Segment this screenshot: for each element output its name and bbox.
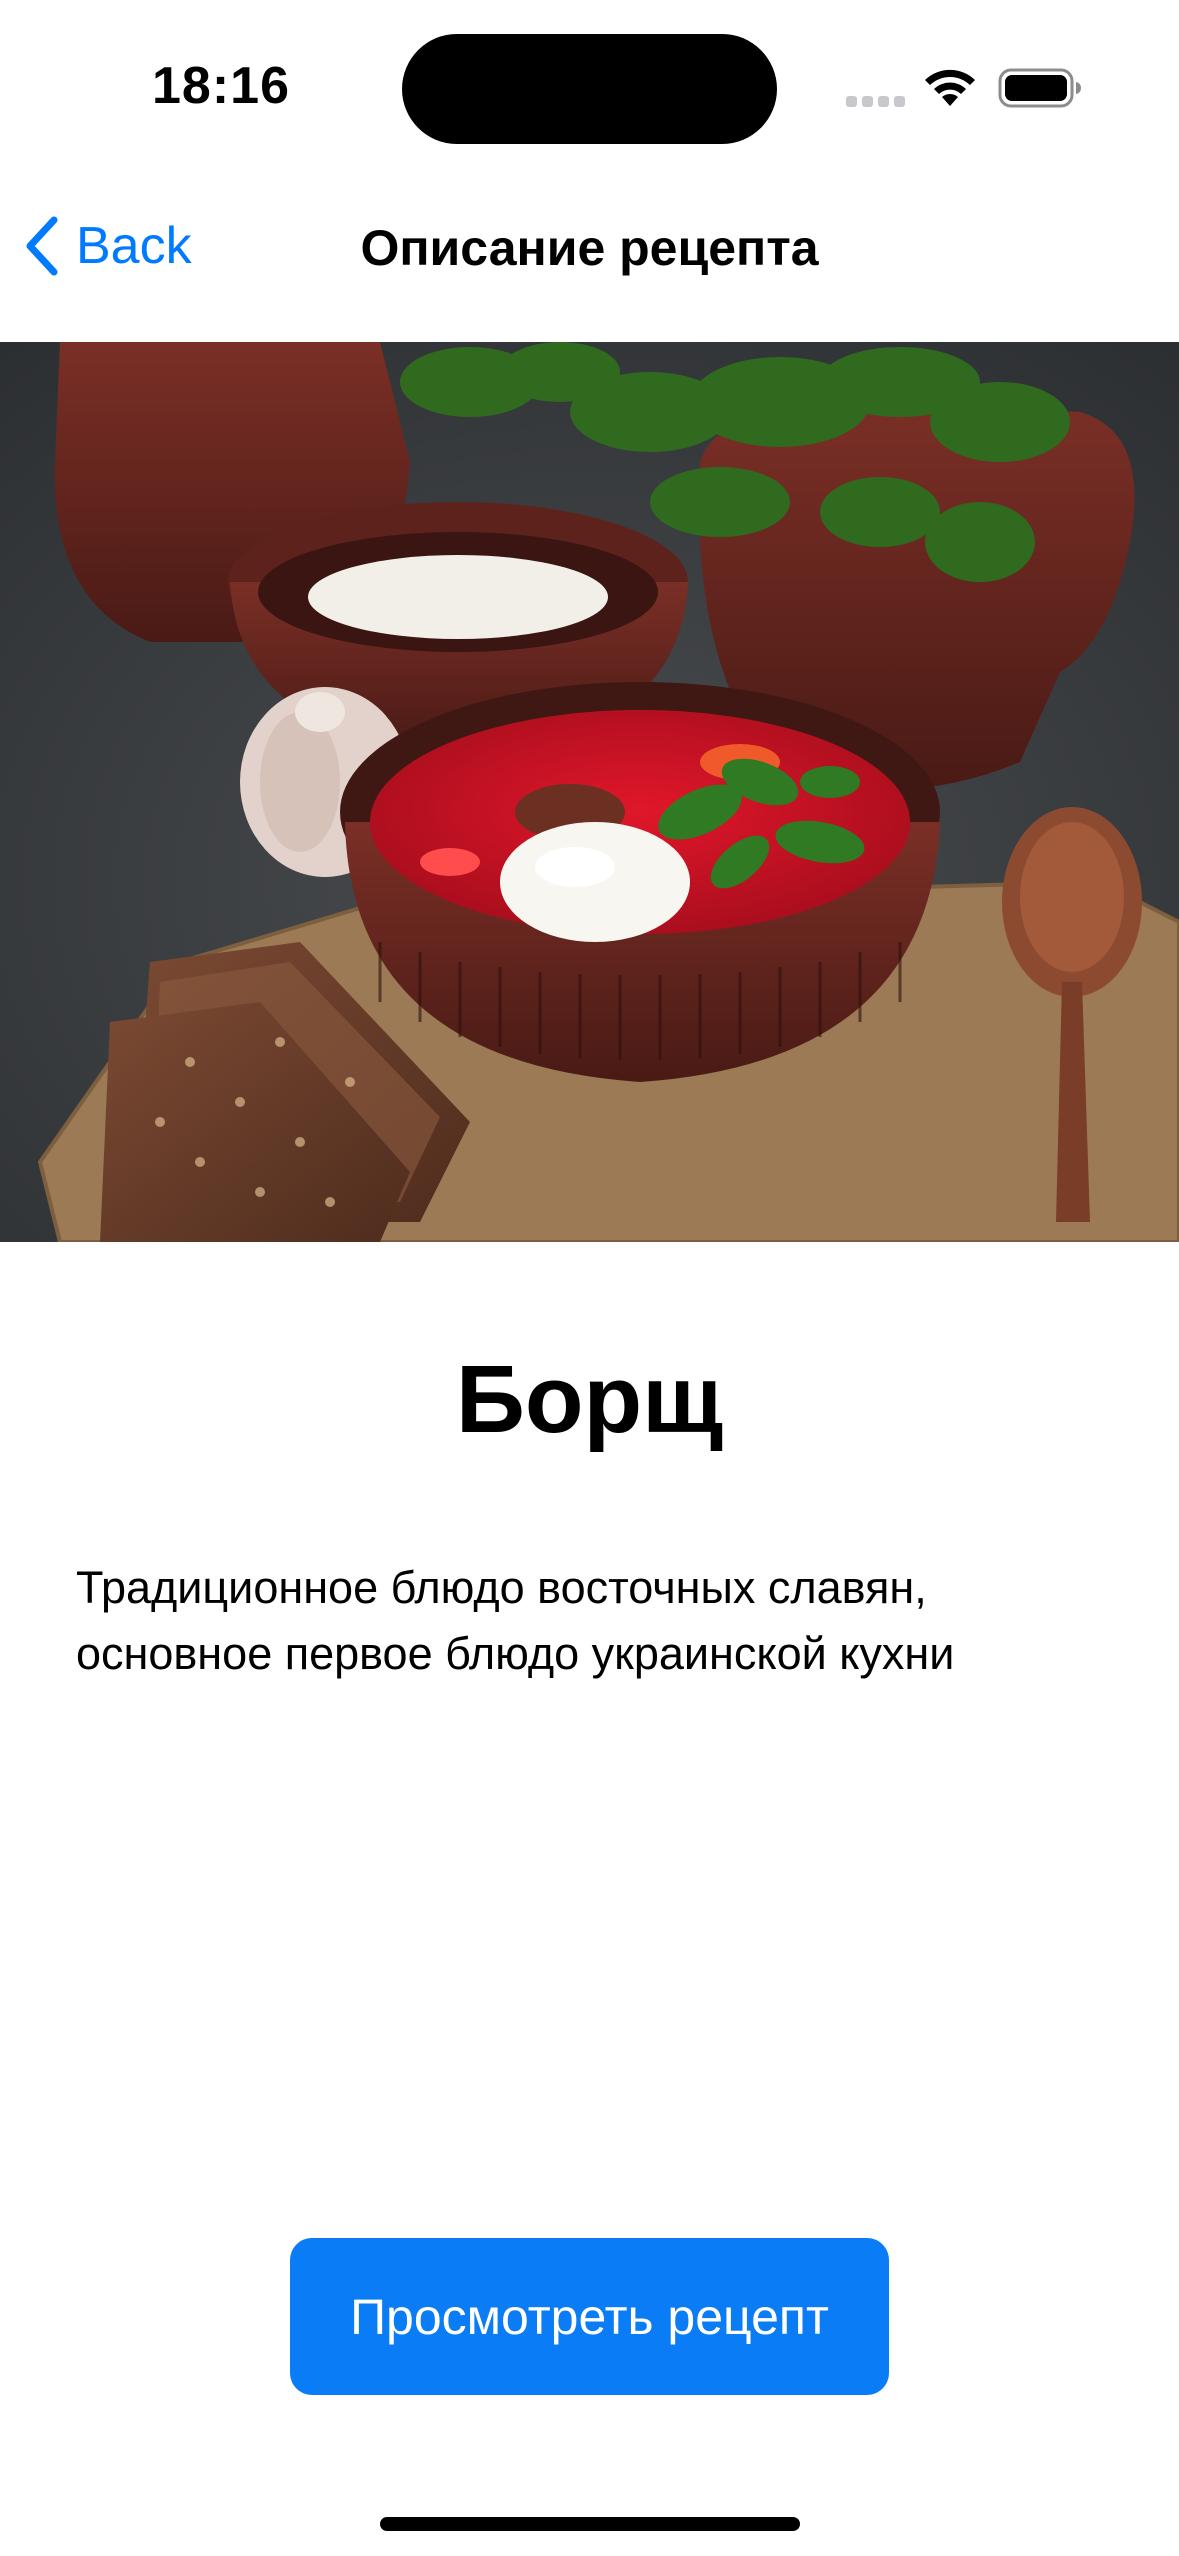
wifi-icon: [925, 69, 975, 106]
cellular-signal-icon: [846, 96, 906, 110]
borscht-photo-icon: [0, 342, 1179, 1242]
home-indicator[interactable]: [380, 2517, 800, 2531]
view-recipe-button[interactable]: Просмотреть рецепт: [290, 2238, 889, 2395]
dynamic-island: [402, 34, 777, 144]
navigation-bar: Back Описание рецепта: [0, 170, 1179, 340]
page-title: Описание рецепта: [360, 220, 819, 276]
status-time: 18:16: [152, 57, 290, 115]
battery-icon: [998, 68, 1081, 108]
recipe-description: Традиционное блюдо восточных славян, осн…: [76, 1562, 955, 1679]
recipe-title: Борщ: [455, 1346, 724, 1453]
recipe-image: [0, 342, 1179, 1242]
status-bar: 18:16: [0, 0, 1179, 170]
